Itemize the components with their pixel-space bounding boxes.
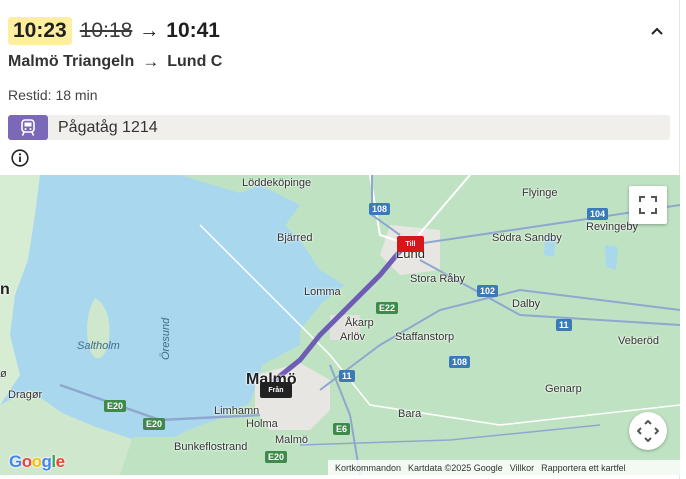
train-badge xyxy=(8,115,48,140)
road-shield: E20 xyxy=(143,418,166,430)
place-label: Arlöv xyxy=(340,331,366,343)
train-icon xyxy=(21,118,35,136)
place-label: Veberöd xyxy=(618,335,659,347)
destination-station: Lund C xyxy=(167,53,223,70)
departure-time-new: 10:23 xyxy=(8,17,72,45)
google-logo: Google xyxy=(9,452,65,471)
place-label: ø xyxy=(0,368,7,380)
map-attribution: Kortkommandon Kartdata ©2025 Google Vill… xyxy=(328,460,680,475)
place-label: Staffanstorp xyxy=(395,331,455,343)
info-button[interactable] xyxy=(11,149,29,167)
fullscreen-button[interactable] xyxy=(629,186,667,224)
road-shield: E20 xyxy=(265,451,288,463)
keyboard-shortcuts-link[interactable]: Kortkommandon xyxy=(335,463,401,473)
place-label: Bunkeflostrand xyxy=(174,441,248,453)
trip-card: 10:23 10:18 → 10:41 Malmö Triangeln → Lu… xyxy=(0,0,680,479)
place-label: Löddeköpinge xyxy=(242,177,312,189)
place-label: Dragør xyxy=(8,389,43,401)
road-shield: 11 xyxy=(556,319,572,331)
arrival-time: 10:41 xyxy=(166,19,220,42)
place-label: Åkarp xyxy=(345,317,374,329)
destination-pin[interactable]: Till xyxy=(397,236,424,252)
arrow-right-icon: → xyxy=(142,52,160,71)
origin-pin[interactable]: Från xyxy=(260,382,292,398)
place-label: Dalby xyxy=(512,298,541,310)
terms-link[interactable]: Villkor xyxy=(510,463,534,473)
fullscreen-icon xyxy=(639,196,657,214)
place-label: Stora Råby xyxy=(410,273,466,285)
road-shield: E6 xyxy=(333,423,351,435)
road-shield: 104 xyxy=(587,208,609,220)
place-label: Lomma xyxy=(304,286,341,298)
chevron-up-icon xyxy=(651,27,663,35)
water-label: Öresund xyxy=(160,317,172,360)
info-icon xyxy=(11,149,29,167)
place-label: Holma xyxy=(246,418,278,430)
place-label: Södra Sandby xyxy=(492,232,562,244)
place-label: Malmö xyxy=(275,434,309,446)
train-name: Pågatåg 1214 xyxy=(58,118,158,136)
place-label: Bara xyxy=(398,408,422,420)
map-data-credit: Kartdata ©2025 Google xyxy=(408,462,503,473)
collapse-button[interactable] xyxy=(646,20,668,42)
route-row: Malmö Triangeln → Lund C xyxy=(8,52,222,72)
pan-control-button[interactable] xyxy=(629,412,667,450)
road-shield: 108 xyxy=(449,356,471,368)
origin-station: Malmö Triangeln xyxy=(8,53,135,70)
place-label: Limhamn xyxy=(214,405,260,417)
arrow-right-icon: → xyxy=(139,19,160,42)
travel-duration: Restid: 18 min xyxy=(8,87,98,103)
place-label: Saltholm xyxy=(77,340,120,352)
place-label: Genarp xyxy=(545,383,582,395)
report-error-link[interactable]: Rapportera ett kartfel xyxy=(541,463,626,473)
place-label: Flyinge xyxy=(522,187,558,199)
train-leg: Pågatåg 1214 xyxy=(8,115,670,140)
place-label: n xyxy=(0,281,10,298)
pan-control-icon xyxy=(637,420,659,442)
time-row: 10:23 10:18 → 10:41 xyxy=(8,15,220,47)
road-shield: 102 xyxy=(477,285,499,297)
place-label: Bjärred xyxy=(277,232,313,244)
road-shield: E20 xyxy=(104,400,127,412)
route-map[interactable]: Löddeköpinge Bjärred Flyinge Södra Sandb… xyxy=(0,175,680,475)
road-shield: 11 xyxy=(339,370,355,382)
road-shield: 108 xyxy=(369,203,391,215)
departure-time-original: 10:18 xyxy=(79,19,133,42)
road-shield: E22 xyxy=(376,302,399,314)
